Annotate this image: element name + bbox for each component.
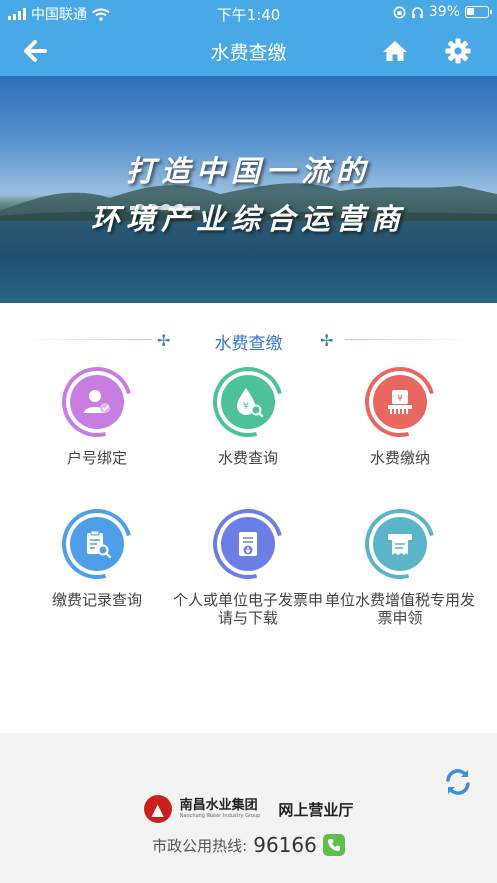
service-payment-records[interactable]: 缴费记录查询 [17,496,177,609]
home-icon [383,41,407,61]
hotline-number[interactable]: 96166 [253,833,317,857]
svg-text:¥: ¥ [243,401,249,412]
hotline: 市政公用热线: 96166 [0,833,497,857]
service-label: 水费查询 [217,449,278,467]
service-icon-wrap [49,496,145,592]
payment-icon: ¥ [373,375,427,429]
service-vat-invoice[interactable]: 单位水费增值税专用发票申领 [320,496,480,627]
status-bar: 中国联通 下午1:40 39% [0,0,497,26]
service-icon-wrap [352,496,448,592]
service-icon-wrap: ¥ [200,354,296,450]
service-account-binding[interactable]: 户号绑定 [17,354,177,467]
call-button[interactable] [322,834,345,856]
user-bind-icon [70,375,124,429]
battery-icon [465,6,492,18]
banner-slogan-line1: 打造中国一流的 [125,154,371,188]
refresh-button[interactable] [443,767,473,797]
banner-slogan-line2: 环境产业综合运营商 [90,202,406,236]
hotline-label: 市政公用热线: [152,836,248,855]
service-fee-payment[interactable]: ¥ 水费缴纳 [320,354,480,467]
service-icon-wrap [49,354,145,450]
service-icon-wrap [200,496,296,592]
company-logo: ▲ [143,795,172,823]
water-drop-search-icon: ¥ [221,375,275,429]
service-fee-query[interactable]: ¥ 水费查询 [168,354,328,467]
service-label: 缴费记录查询 [51,591,142,609]
company-name-cn: 南昌水业集团 [179,798,258,813]
banner-image: 打造中国一流的 环境产业综合运营商 [0,76,497,303]
battery-percent: 39% [428,4,460,20]
service-e-invoice[interactable]: 个人或单位电子发票申请与下载 [168,496,328,627]
vat-invoice-icon [373,517,427,571]
section-title: 水费查缴 [214,334,283,354]
company-name-block: 南昌水业集团 Nanchang Water Industry Group [179,798,261,820]
top-bar: 中国联通 下午1:40 39% 水费查缴 [0,0,497,76]
record-search-icon [70,517,124,571]
divider-right [345,339,475,340]
company-name-en: Nanchang Water Industry Group [179,813,261,819]
ornament-right-icon: ✢ [320,331,334,350]
rotation-lock-icon [393,6,406,18]
footer: ▲ 南昌水业集团 Nanchang Water Industry Group 网… [0,733,497,883]
service-icon-wrap: ¥ [352,354,448,450]
settings-button[interactable] [443,36,473,66]
gear-icon [445,38,471,64]
home-button[interactable] [380,36,410,66]
headphones-icon [412,6,423,18]
service-label: 单位水费增值税专用发票申领 [324,591,475,627]
navigation-bar: 水费查缴 [0,26,497,76]
page-title: 水费查缴 [210,42,287,64]
company-brand: ▲ 南昌水业集团 Nanchang Water Industry Group 网… [0,795,497,823]
service-label: 户号绑定 [66,449,127,467]
svg-text:¥: ¥ [397,394,403,404]
service-label: 个人或单位电子发票申请与下载 [172,591,323,627]
service-label: 水费缴纳 [369,449,430,467]
online-hall-label: 网上营业厅 [278,800,354,819]
section-header: ✢ 水费查缴 ✢ [0,322,497,358]
invoice-download-icon [221,517,275,571]
phone-icon [327,839,340,851]
refresh-icon [446,769,470,795]
